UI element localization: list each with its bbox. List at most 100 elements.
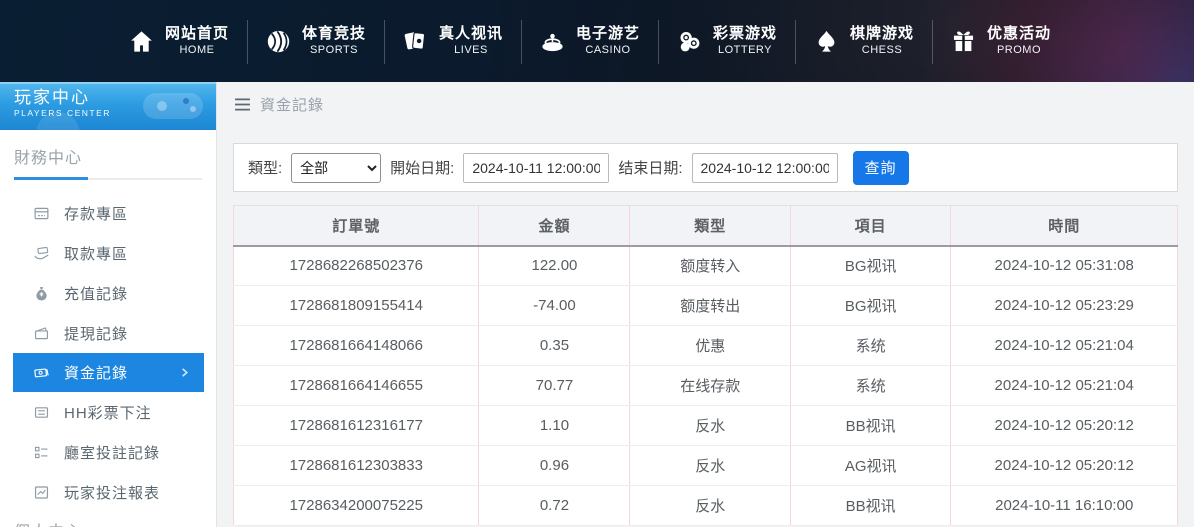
header-project: 項目 xyxy=(790,206,950,246)
gamepad-decoration-icon xyxy=(138,85,210,127)
sidebar-item-label: 廳室投註記錄 xyxy=(64,442,160,463)
banknote-icon xyxy=(33,364,50,381)
sidebar-item-withdraw-zone[interactable]: 取款專區 xyxy=(13,233,204,273)
funds-table-container: 訂單號 金額 類型 項目 時間 1728682268502376 122.00 … xyxy=(233,205,1178,526)
sidebar-item-hh-lottery-bets[interactable]: HH彩票下注 xyxy=(13,392,204,432)
nav-item-casino[interactable]: 电子游艺 CASINO xyxy=(521,12,658,70)
cell-project: AG视讯 xyxy=(790,446,950,486)
nav-label-en: PROMO xyxy=(997,44,1041,58)
nav-text: 彩票游戏 LOTTERY xyxy=(713,25,777,58)
sidebar: 玩家中心 PLAYERS CENTER 財務中心 存款專區 取款專區 xyxy=(0,82,217,527)
type-select[interactable]: 全部 xyxy=(291,153,381,183)
wallet-icon xyxy=(33,325,50,342)
nav-item-lives[interactable]: 真人视讯 LIVES xyxy=(384,12,521,70)
table-row: 1728681664148066 0.35 优惠 系统 2024-10-12 0… xyxy=(234,326,1178,366)
nav-item-home[interactable]: 网站首页 HOME xyxy=(110,12,247,70)
nav-label-en: HOME xyxy=(179,44,214,58)
cell-order-no: 1728682268502376 xyxy=(234,246,479,286)
page: 网站首页 HOME 体育竞技 SPORTS 真人视讯 LIVES 电子游艺 CA… xyxy=(0,0,1194,527)
nav-label-zh: 网站首页 xyxy=(165,25,229,44)
cell-time: 2024-10-12 05:23:29 xyxy=(951,286,1178,326)
nav-label-en: CASINO xyxy=(585,44,630,58)
nav-text: 棋牌游戏 CHESS xyxy=(850,25,914,58)
sidebar-item-label: 提現記錄 xyxy=(64,323,128,344)
table-header-row: 訂單號 金額 類型 項目 時間 xyxy=(234,206,1178,246)
lottery-balls-icon xyxy=(676,28,703,55)
cell-time: 2024-10-12 05:31:08 xyxy=(951,246,1178,286)
cell-type: 反水 xyxy=(630,406,790,446)
cell-amount: 0.35 xyxy=(479,326,630,366)
cell-amount: -74.00 xyxy=(479,286,630,326)
nav-label-zh: 体育竞技 xyxy=(302,25,366,44)
nav-text: 真人视讯 LIVES xyxy=(439,25,503,58)
nav-label-zh: 电子游艺 xyxy=(576,25,640,44)
nav-label-en: SPORTS xyxy=(310,44,358,58)
breadcrumb-label: 資金記錄 xyxy=(260,94,324,115)
cell-type: 反水 xyxy=(630,446,790,486)
cell-order-no: 1728681664146655 xyxy=(234,366,479,406)
nav-text: 电子游艺 CASINO xyxy=(576,25,640,58)
list-icon xyxy=(33,404,50,421)
personal-section-head: 個人中心 xyxy=(14,518,202,527)
breadcrumb: 資金記錄 xyxy=(217,82,1194,126)
cell-project: BG视讯 xyxy=(790,286,950,326)
sidebar-item-label: 存款專區 xyxy=(64,203,128,224)
cell-time: 2024-10-11 16:10:00 xyxy=(951,486,1178,526)
sidebar-item-label: HH彩票下注 xyxy=(64,402,152,423)
nav-item-sports[interactable]: 体育竞技 SPORTS xyxy=(247,12,384,70)
sidebar-item-recharge-records[interactable]: 充值記錄 xyxy=(13,273,204,313)
cell-amount: 0.96 xyxy=(479,446,630,486)
table-row: 1728682268502376 122.00 额度转入 BG视讯 2024-1… xyxy=(234,246,1178,286)
sidebar-item-label: 玩家投注報表 xyxy=(64,482,160,503)
cell-order-no: 1728681664148066 xyxy=(234,326,479,366)
nav-text: 优惠活动 PROMO xyxy=(987,25,1051,58)
funds-table: 訂單號 金額 類型 項目 時間 1728682268502376 122.00 … xyxy=(233,205,1178,526)
withdraw-hand-icon xyxy=(33,245,50,262)
header-type: 類型 xyxy=(630,206,790,246)
cell-time: 2024-10-12 05:20:12 xyxy=(951,406,1178,446)
sidebar-item-funds-records[interactable]: 資金記錄 xyxy=(13,353,204,392)
start-date-input[interactable] xyxy=(463,153,609,183)
personal-section-title: 個人中心 xyxy=(14,518,88,527)
cell-time: 2024-10-12 05:20:12 xyxy=(951,446,1178,486)
search-button[interactable]: 查詢 xyxy=(853,151,909,185)
cell-type: 额度转入 xyxy=(630,246,790,286)
cell-order-no: 1728681612303833 xyxy=(234,446,479,486)
sidebar-item-withdrawal-records[interactable]: 提現記錄 xyxy=(13,313,204,353)
sidebar-item-player-bet-report[interactable]: 玩家投注報表 xyxy=(13,472,204,512)
sidebar-item-room-bet-records[interactable]: 廳室投註記錄 xyxy=(13,432,204,472)
gift-icon xyxy=(950,28,977,55)
cell-type: 在线存款 xyxy=(630,366,790,406)
checklist-icon xyxy=(33,444,50,461)
spade-icon xyxy=(813,28,840,55)
cell-project: BG视讯 xyxy=(790,246,950,286)
main-content: 資金記錄 類型: 全部 開始日期: 结束日期: 查詢 訂單號 金額 類型 項目 xyxy=(217,82,1194,527)
finance-section-head: 財務中心 xyxy=(14,144,202,180)
table-row: 1728681809155414 -74.00 额度转出 BG视讯 2024-1… xyxy=(234,286,1178,326)
cell-type: 反水 xyxy=(630,486,790,526)
cell-amount: 0.72 xyxy=(479,486,630,526)
cell-project: 系统 xyxy=(790,326,950,366)
start-date-label: 開始日期: xyxy=(390,157,454,178)
nav-item-lottery[interactable]: 彩票游戏 LOTTERY xyxy=(658,12,795,70)
roulette-icon xyxy=(539,28,566,55)
nav-label-en: LOTTERY xyxy=(718,44,772,58)
header-time: 時間 xyxy=(951,206,1178,246)
nav-item-chess[interactable]: 棋牌游戏 CHESS xyxy=(795,12,932,70)
chevron-right-icon xyxy=(179,367,190,378)
cell-order-no: 1728681612316177 xyxy=(234,406,479,446)
hamburger-icon[interactable] xyxy=(234,98,251,111)
cell-amount: 70.77 xyxy=(479,366,630,406)
sports-ball-icon xyxy=(265,28,292,55)
nav-text: 体育竞技 SPORTS xyxy=(302,25,366,58)
table-row: 1728681612303833 0.96 反水 AG视讯 2024-10-12… xyxy=(234,446,1178,486)
top-nav: 网站首页 HOME 体育竞技 SPORTS 真人视讯 LIVES 电子游艺 CA… xyxy=(0,0,1194,82)
cell-project: BB视讯 xyxy=(790,406,950,446)
table-row: 1728681612316177 1.10 反水 BB视讯 2024-10-12… xyxy=(234,406,1178,446)
nav-item-promo[interactable]: 优惠活动 PROMO xyxy=(932,12,1069,70)
nav-label-zh: 优惠活动 xyxy=(987,25,1051,44)
nav-label-en: LIVES xyxy=(454,44,488,58)
nav-label-zh: 彩票游戏 xyxy=(713,25,777,44)
sidebar-item-deposit-zone[interactable]: 存款專區 xyxy=(13,193,204,233)
end-date-input[interactable] xyxy=(692,153,838,183)
